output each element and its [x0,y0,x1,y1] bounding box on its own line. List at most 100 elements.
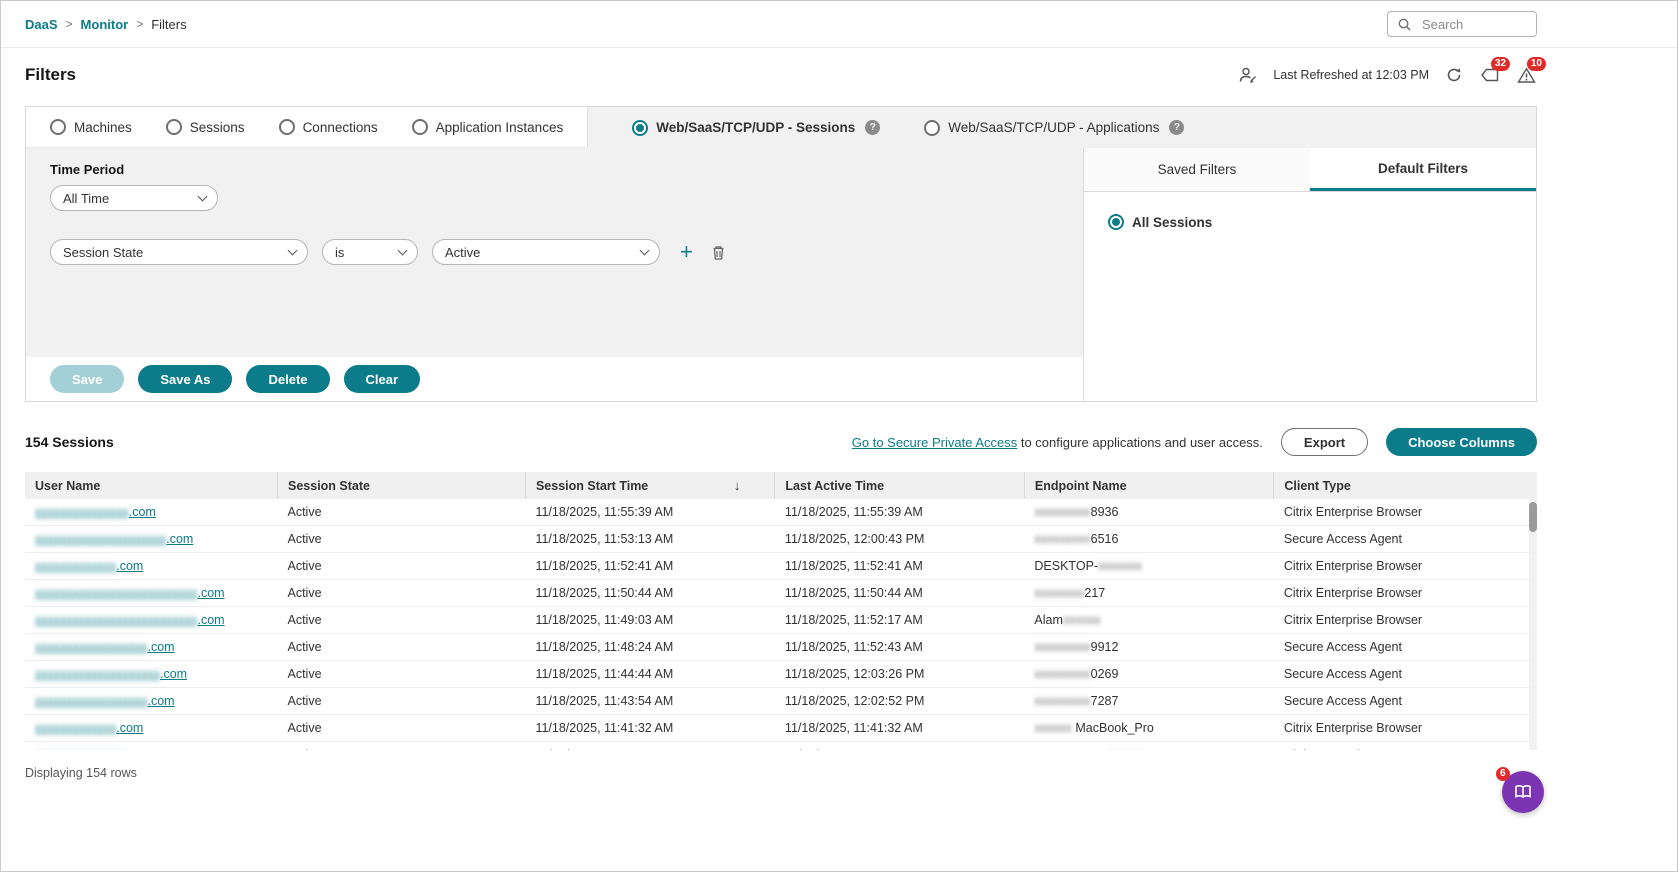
session-start-cell: 11/18/2025, 11:48:24 AM [525,634,774,661]
user-link[interactable]: xxxxxxxxxxxxxxxxxxxxxxxxxx.com [35,613,225,627]
table-row: xxxxxxxxxxxxxxx.comActive11/18/2025, 11:… [25,742,1537,751]
time-period-label: Time Period [50,162,1059,177]
search-input[interactable] [1420,16,1527,33]
user-name-cell: xxxxxxxxxxxxx.com [25,553,278,580]
table-scrollbar[interactable] [1529,499,1537,750]
filter-builder-panel: Time Period All Time Session State is [26,148,1084,401]
user-edit-icon[interactable] [1237,64,1259,86]
session-start-cell: 11/18/2025, 11:52:41 AM [525,553,774,580]
condition-value-select[interactable]: Active [432,239,660,265]
saved-filters-panel: Saved Filters Default Filters All Sessio… [1084,148,1536,401]
filter-type-sessions[interactable]: Sessions [166,119,245,135]
session-state-cell: Active [278,742,526,751]
breadcrumb-daas[interactable]: DaaS [25,17,58,32]
condition-operator-select[interactable]: is [322,239,418,265]
breadcrumb-current: Filters [151,17,186,32]
user-link[interactable]: xxxxxxxxxxxxxxxxxxxxx.com [35,532,193,546]
last-active-cell: 11/18/2025, 11:37:22 AM [775,742,1024,751]
scrollbar-thumb[interactable] [1529,502,1537,532]
breadcrumb-monitor[interactable]: Monitor [81,17,129,32]
choose-columns-button[interactable]: Choose Columns [1386,428,1537,456]
filter-type-group-left: Machines Sessions Connections Applicatio… [26,107,588,148]
column-header[interactable]: Session State [278,472,526,499]
session-state-cell: Active [278,715,526,742]
table-row: xxxxxxxxxxxxxxxxxx.comActive11/18/2025, … [25,634,1537,661]
last-active-cell: 11/18/2025, 11:52:41 AM [775,553,1024,580]
filter-type-application-instances[interactable]: Application Instances [412,119,564,135]
table-body: xxxxxxxxxxxxxxx.comActive11/18/2025, 11:… [25,499,1537,750]
filter-type-connections[interactable]: Connections [279,119,378,135]
radio-icon [924,120,940,136]
whats-new-badge: 6 [1496,767,1510,781]
session-state-cell: Active [278,580,526,607]
warning-triangle-icon[interactable]: 10 [1515,64,1537,86]
user-link[interactable]: xxxxxxxxxxxxxxxxxx.com [35,694,175,708]
search-box[interactable] [1387,11,1537,37]
client-type-cell: Citrix Enterprise Browser [1274,580,1537,607]
whats-new-fab[interactable]: 6 [1502,771,1544,813]
radio-icon [1108,214,1124,230]
radio-icon [166,119,182,135]
breadcrumb-separator: > [66,17,73,31]
endpoint-name-cell: xxxxxxxxx8936 [1024,499,1273,526]
top-bar: DaaS > Monitor > Filters [1,1,1677,48]
user-link[interactable]: xxxxxxxxxxxxxxxxxxxx.com [35,667,187,681]
user-link[interactable]: xxxxxxxxxxxxxxxxxx.com [35,640,175,654]
session-start-cell: 11/18/2025, 11:53:13 AM [525,526,774,553]
session-start-cell: 11/18/2025, 11:37:22 AM [525,742,774,751]
delete-condition-icon[interactable] [711,244,726,261]
user-link[interactable]: xxxxxxxxxxxxx.com [35,559,143,573]
user-link[interactable]: xxxxxxxxxxxxxxxxxxxxxxxxxx.com [35,586,225,600]
user-link[interactable]: xxxxxxxxxxxxxxx.com [35,505,156,519]
last-active-cell: 11/18/2025, 11:52:17 AM [775,607,1024,634]
endpoint-name-cell: xxxxxxxxx7287 [1024,688,1273,715]
session-state-cell: Active [278,499,526,526]
filter-type-web-saas-applications[interactable]: Web/SaaS/TCP/UDP - Applications ? [924,120,1184,136]
row-count-status: Displaying 154 rows [25,766,1653,780]
endpoint-name-cell: xxxxxxxxx0269 [1024,661,1273,688]
help-icon[interactable]: ? [865,120,880,135]
column-header[interactable]: Client Type [1274,472,1537,499]
column-header[interactable]: Session Start Time↓ [525,472,774,499]
column-header[interactable]: Last Active Time [775,472,1024,499]
user-name-cell: xxxxxxxxxxxxxxxxxx.com [25,634,278,661]
client-type-cell: Secure Access Agent [1274,661,1537,688]
filter-type-machines[interactable]: Machines [50,119,132,135]
session-start-cell: 11/18/2025, 11:41:32 AM [525,715,774,742]
endpoint-name-cell: Alamxxxxxx [1024,607,1273,634]
user-name-cell: xxxxxxxxxxxxxxxxxxxx.com [25,661,278,688]
sort-desc-icon[interactable]: ↓ [734,478,741,493]
radio-icon [412,119,428,135]
radio-icon [50,119,66,135]
tab-saved-filters[interactable]: Saved Filters [1084,148,1310,191]
refresh-icon[interactable] [1443,64,1465,86]
column-header[interactable]: User Name [25,472,278,499]
save-as-button[interactable]: Save As [138,365,232,393]
filter-type-web-saas-sessions[interactable]: Web/SaaS/TCP/UDP - Sessions ? [632,120,880,136]
alerts-badge: 32 [1491,57,1510,71]
time-period-select[interactable]: All Time [50,185,218,211]
secure-private-access-link[interactable]: Go to Secure Private Access [852,435,1017,450]
client-type-cell: Secure Access Agent [1274,634,1537,661]
tab-default-filters[interactable]: Default Filters [1310,148,1536,191]
save-button[interactable]: Save [50,365,124,393]
default-filter-all-sessions[interactable]: All Sessions [1108,214,1512,230]
whats-new-icon [1513,782,1533,802]
radio-label: All Sessions [1132,215,1212,230]
user-link[interactable]: xxxxxxxxxxxxxxx.com [35,748,156,750]
delete-button[interactable]: Delete [246,365,329,393]
endpoint-name-cell: xxxxxxxxx6516 [1024,526,1273,553]
add-condition-icon[interactable]: + [680,241,693,263]
condition-field-select[interactable]: Session State [50,239,308,265]
page-title: Filters [25,65,76,85]
user-link[interactable]: xxxxxxxxxxxxx.com [35,721,143,735]
alerts-flag-icon[interactable]: 32 [1479,64,1501,86]
user-name-cell: xxxxxxxxxxxxxxxxxx.com [25,688,278,715]
export-button[interactable]: Export [1281,428,1368,456]
radio-label: Application Instances [436,120,564,135]
user-name-cell: xxxxxxxxxxxxxxxxxxxxxxxxxx.com [25,607,278,634]
help-icon[interactable]: ? [1169,120,1184,135]
column-header[interactable]: Endpoint Name [1024,472,1273,499]
last-active-cell: 11/18/2025, 11:55:39 AM [775,499,1024,526]
clear-button[interactable]: Clear [344,365,421,393]
